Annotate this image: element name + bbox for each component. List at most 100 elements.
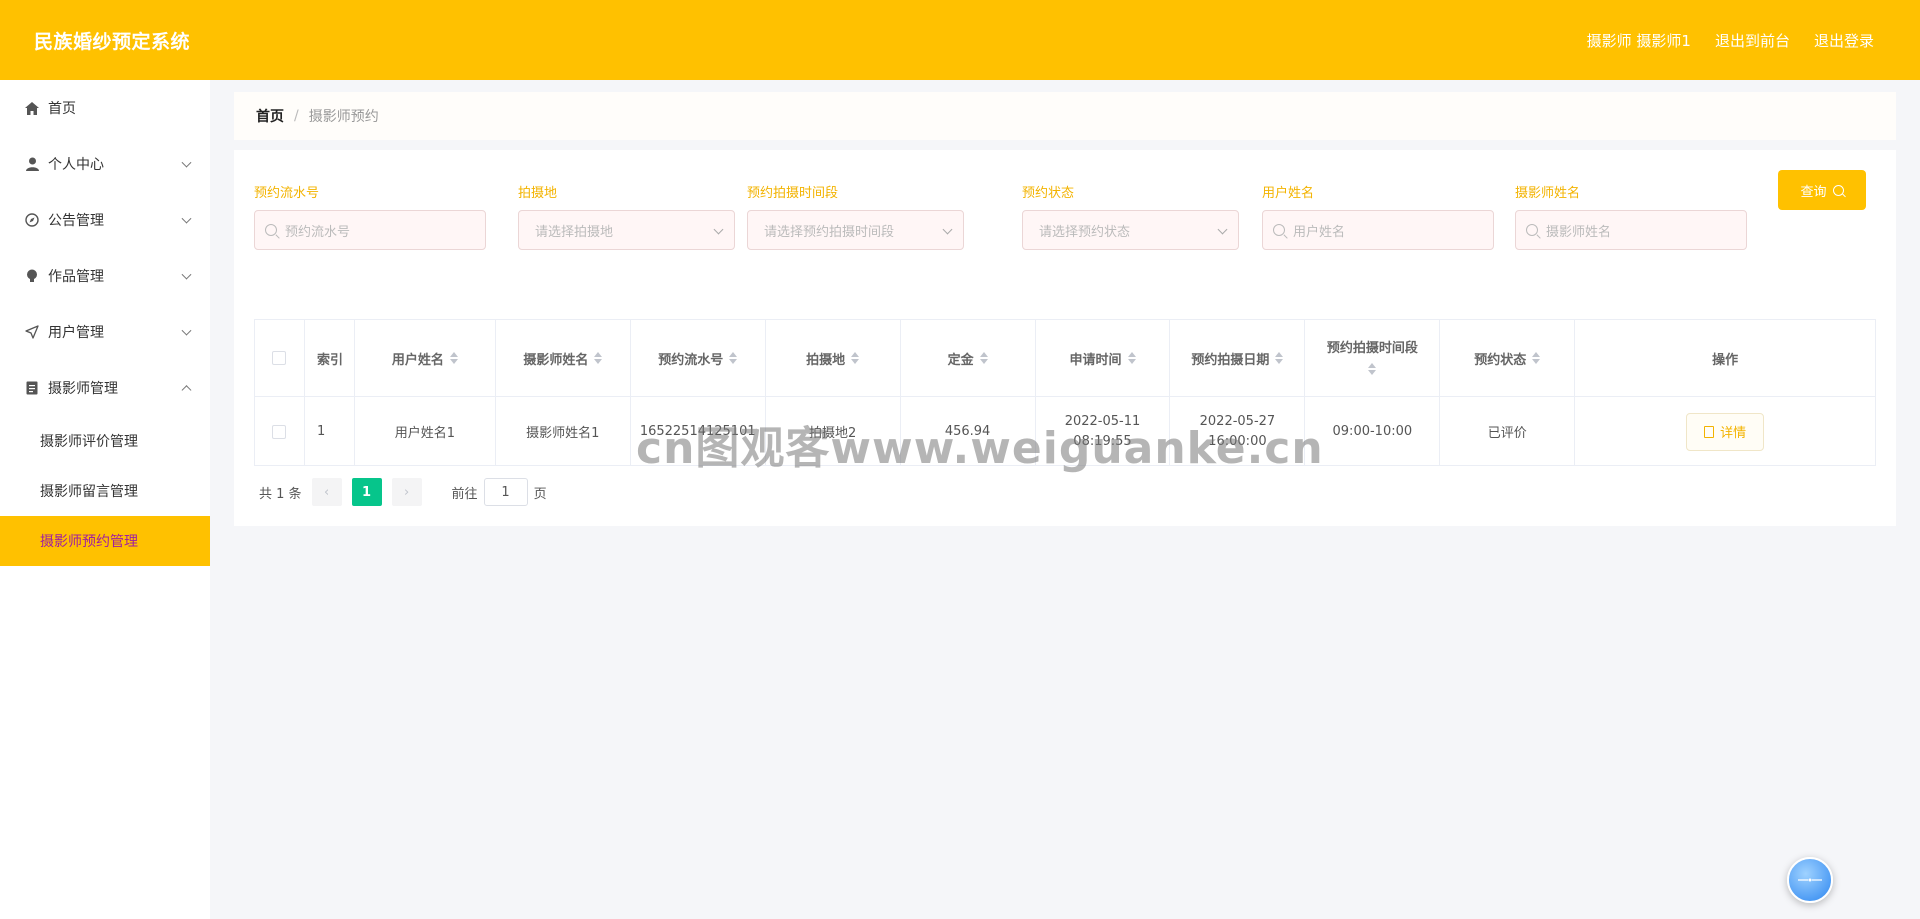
cell-location: 拍摄地2 <box>766 397 901 466</box>
col-serial[interactable]: 预约流水号 <box>631 320 766 396</box>
username-label: 用户姓名 <box>1262 186 1315 201</box>
select-all-checkbox[interactable] <box>272 351 287 365</box>
table-header-row: 索引 用户姓名 摄影师姓名 预约流水号 拍摄地 定金 申请时间 预约拍摄日期 预… <box>255 320 1875 397</box>
search-icon <box>265 224 277 236</box>
username-input[interactable]: 用户姓名 <box>1262 210 1494 250</box>
photographer-label: 摄影师姓名 <box>1515 186 1581 201</box>
prev-page-button[interactable]: ‹ <box>311 478 342 506</box>
col-deposit-label: 定金 <box>947 352 974 368</box>
username-placeholder: 用户姓名 <box>1293 224 1346 240</box>
sidebar-item-works[interactable]: 作品管理 <box>0 248 210 304</box>
col-serial-label: 预约流水号 <box>658 352 724 368</box>
col-username[interactable]: 用户姓名 <box>355 320 496 396</box>
query-button[interactable]: 查询 <box>1778 170 1866 210</box>
serial-label: 预约流水号 <box>254 186 320 201</box>
page-number-current[interactable]: 1 <box>351 478 382 506</box>
search-icon <box>1526 224 1538 236</box>
search-icon <box>1832 184 1844 196</box>
sidebar-subitem-photographer-reviews[interactable]: 摄影师评价管理 <box>0 416 210 466</box>
cell-status: 已评价 <box>1440 397 1576 466</box>
cell-shoot-date: 2022-05-27 16:00:00 <box>1170 397 1306 466</box>
sidebar-item-label: 用户管理 <box>48 325 104 341</box>
col-index-label: 索引 <box>316 352 343 368</box>
col-shoot-date-label: 预约拍摄日期 <box>1191 352 1270 368</box>
col-photographer[interactable]: 摄影师姓名 <box>496 320 631 396</box>
chevron-up-icon <box>181 385 192 396</box>
detail-label: 详情 <box>1720 426 1747 441</box>
chevron-down-icon <box>942 224 953 235</box>
breadcrumb-separator: / <box>294 108 299 124</box>
sort-icon[interactable] <box>851 351 860 365</box>
query-label: 查询 <box>1800 184 1827 200</box>
sidebar-item-users[interactable]: 用户管理 <box>0 304 210 360</box>
photographer-placeholder: 摄影师姓名 <box>1546 224 1612 240</box>
bulb-icon <box>24 268 40 284</box>
row-checkbox[interactable] <box>272 424 287 439</box>
period-select[interactable]: 请选择预约拍摄时间段 <box>747 210 964 250</box>
col-location[interactable]: 拍摄地 <box>766 320 901 396</box>
period-placeholder: 请选择预约拍摄时间段 <box>764 224 895 240</box>
sort-icon[interactable] <box>979 351 988 365</box>
top-header: 民族婚纱预定系统 摄影师 摄影师1 退出到前台 退出登录 <box>0 0 1920 80</box>
col-status[interactable]: 预约状态 <box>1440 320 1576 396</box>
serial-placeholder: 预约流水号 <box>285 224 351 240</box>
location-label: 拍摄地 <box>518 186 558 201</box>
sidebar-item-home[interactable]: 首页 <box>0 80 210 136</box>
sidebar-subitem-photographer-bookings[interactable]: 摄影师预约管理 <box>0 516 210 566</box>
document-icon <box>24 380 40 396</box>
col-apply-time[interactable]: 申请时间 <box>1036 320 1171 396</box>
breadcrumb-home[interactable]: 首页 <box>256 106 284 126</box>
sort-icon[interactable] <box>1532 351 1541 365</box>
status-select[interactable]: 请选择预约状态 <box>1022 210 1239 250</box>
col-deposit[interactable]: 定金 <box>901 320 1036 396</box>
floating-assistant-icon[interactable] <box>1787 857 1833 903</box>
photographer-input[interactable]: 摄影师姓名 <box>1515 210 1747 250</box>
col-action-label: 操作 <box>1712 352 1739 368</box>
header-actions: 摄影师 摄影师1 退出到前台 退出登录 <box>1587 30 1874 51</box>
cell-period: 09:00-10:00 <box>1305 397 1441 466</box>
serial-input[interactable]: 预约流水号 <box>254 210 486 250</box>
col-shoot-date[interactable]: 预约拍摄日期 <box>1170 320 1306 396</box>
col-index: 索引 <box>305 320 355 396</box>
cell-deposit: 456.94 <box>901 397 1036 466</box>
goto-label: 前往 <box>451 486 478 502</box>
to-front-link[interactable]: 退出到前台 <box>1715 30 1790 51</box>
sidebar-item-label: 公告管理 <box>48 213 104 229</box>
next-page-button[interactable]: › <box>391 478 422 506</box>
sort-icon[interactable] <box>449 351 458 365</box>
col-username-label: 用户姓名 <box>391 352 444 368</box>
location-select[interactable]: 请选择拍摄地 <box>518 210 735 250</box>
col-period[interactable]: 预约拍摄时间段 <box>1305 320 1441 396</box>
user-icon <box>24 156 40 172</box>
sidebar-item-personal-center[interactable]: 个人中心 <box>0 136 210 192</box>
breadcrumb: 首页 / 摄影师预约 <box>234 92 1896 140</box>
status-label: 预约状态 <box>1022 186 1075 201</box>
goto-unit: 页 <box>533 486 547 502</box>
cell-serial: 16522514125101 <box>631 397 766 466</box>
home-icon <box>24 100 40 116</box>
sidebar-item-notice[interactable]: 公告管理 <box>0 192 210 248</box>
logout-link[interactable]: 退出登录 <box>1814 30 1874 51</box>
detail-button[interactable]: 详情 <box>1686 412 1765 451</box>
cell-photographer: 摄影师姓名1 <box>496 397 631 466</box>
col-location-label: 拍摄地 <box>806 352 846 368</box>
cell-action: 详情 <box>1575 397 1875 466</box>
col-photographer-label: 摄影师姓名 <box>523 352 589 368</box>
sort-icon[interactable] <box>729 351 738 365</box>
compass-icon <box>24 212 40 228</box>
col-apply-time-label: 申请时间 <box>1069 352 1122 368</box>
chevron-down-icon <box>181 157 192 168</box>
sort-icon[interactable] <box>1127 351 1136 365</box>
sort-icon[interactable] <box>594 351 603 365</box>
document-icon <box>1704 425 1715 438</box>
chevron-down-icon <box>181 269 192 280</box>
sidebar-item-photographers[interactable]: 摄影师管理 <box>0 360 210 416</box>
current-user[interactable]: 摄影师 摄影师1 <box>1587 30 1691 51</box>
pagination-total: 共 1 条 <box>259 486 302 502</box>
sort-icon[interactable] <box>1368 362 1377 376</box>
search-icon <box>1273 224 1285 236</box>
sort-icon[interactable] <box>1275 351 1284 365</box>
sidebar-subitem-photographer-messages[interactable]: 摄影师留言管理 <box>0 466 210 516</box>
chevron-down-icon <box>1217 224 1228 235</box>
goto-page-input[interactable]: 1 <box>483 478 528 506</box>
